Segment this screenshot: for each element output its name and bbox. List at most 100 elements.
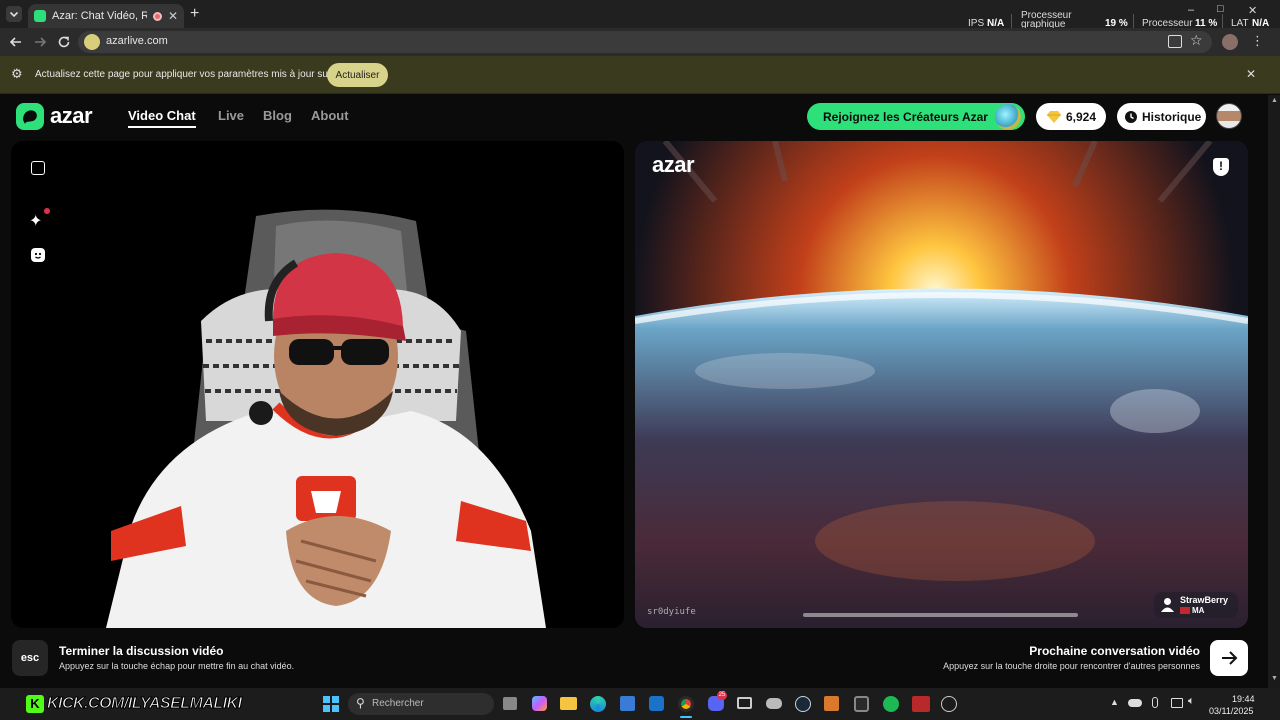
- nav-about[interactable]: About: [311, 108, 349, 123]
- join-creators-label: Rejoignez les Créateurs Azar: [823, 109, 988, 124]
- edge-icon[interactable]: [590, 696, 606, 712]
- browser-toolbar: azarlive.com ☆ ⋮: [0, 28, 1280, 56]
- nav-video-chat[interactable]: Video Chat: [128, 108, 196, 123]
- task-view-icon[interactable]: [503, 697, 517, 710]
- user-avatar[interactable]: [1216, 103, 1242, 129]
- partner-country: MA: [1192, 606, 1205, 615]
- copilot-icon[interactable]: [532, 696, 547, 711]
- remote-session-code: sr0dyiufe: [647, 607, 696, 617]
- reload-icon: [58, 36, 70, 48]
- page-scrollbar[interactable]: ▲ ▼: [1268, 95, 1280, 688]
- mask-face-icon[interactable]: [31, 248, 45, 262]
- app-a-icon[interactable]: [824, 696, 839, 711]
- gems-balance[interactable]: 6,924: [1036, 103, 1106, 130]
- volume-icon[interactable]: 🔈︎: [1188, 695, 1195, 708]
- partner-username: StrawBerry: [1180, 595, 1229, 605]
- perf-divider: [1133, 14, 1134, 28]
- nav-live[interactable]: Live: [218, 108, 244, 123]
- gem-icon: [1047, 110, 1061, 123]
- media-player-icon[interactable]: [941, 696, 957, 712]
- local-video-panel: ✦: [11, 141, 624, 628]
- tab-title: Azar: Chat Vidéo, Rencontr: [52, 10, 147, 22]
- site-info-icon[interactable]: [84, 34, 100, 50]
- back-button[interactable]: [8, 34, 24, 50]
- taskbar-search[interactable]: ⚲ Rechercher: [348, 693, 494, 715]
- update-infobar: ⚙ Actualisez cette page pour appliquer v…: [0, 56, 1280, 94]
- next-chat-subtitle: Appuyez sur la touche droite pour rencon…: [943, 661, 1200, 671]
- tab-search-button[interactable]: [6, 6, 22, 22]
- partner-info-card[interactable]: StrawBerry MA: [1154, 592, 1238, 618]
- browser-menu-icon[interactable]: ⋮: [1251, 33, 1264, 49]
- settings-gear-icon: ⚙: [11, 66, 23, 81]
- close-window-button[interactable]: ✕: [1248, 4, 1257, 17]
- azar-logo-icon[interactable]: [16, 103, 44, 130]
- search-icon: ⚲: [356, 696, 365, 710]
- perf-divider: [1222, 14, 1223, 28]
- chrome-active-indicator: [680, 716, 692, 718]
- steam-icon[interactable]: [795, 696, 811, 712]
- scroll-up-arrow[interactable]: ▲: [1271, 97, 1278, 104]
- join-creators-button[interactable]: Rejoignez les Créateurs Azar: [807, 103, 1025, 130]
- flag-icon: [1180, 607, 1190, 614]
- browser-tab[interactable]: Azar: Chat Vidéo, Rencontr ✕: [28, 4, 184, 28]
- streamer-app-icon[interactable]: [912, 696, 930, 712]
- new-tab-button[interactable]: +: [190, 6, 199, 22]
- close-tab-icon[interactable]: ✕: [168, 9, 178, 23]
- clock-icon: [1125, 110, 1137, 123]
- history-button[interactable]: Historique: [1117, 103, 1206, 130]
- bookmark-star-icon[interactable]: ☆: [1190, 32, 1203, 49]
- arrow-left-icon: [9, 37, 21, 47]
- kick-logo-icon: K: [26, 695, 44, 713]
- gems-count: 6,924: [1066, 109, 1097, 124]
- network-icon[interactable]: [1171, 698, 1183, 708]
- chrome-icon[interactable]: [678, 696, 694, 712]
- next-chat-button[interactable]: [1210, 640, 1248, 676]
- azar-favicon: [34, 10, 46, 22]
- screenshot-tool-icon[interactable]: [737, 697, 752, 709]
- file-explorer-icon[interactable]: [560, 697, 577, 710]
- next-chat-title: Prochaine conversation vidéo: [1029, 644, 1200, 658]
- chevron-down-icon: [9, 11, 19, 18]
- windows-taskbar: K KICK.COM/ILYASELMALIKI ⚲ Rechercher 25…: [0, 688, 1280, 720]
- reload-button[interactable]: [56, 34, 72, 50]
- logo-wordmark[interactable]: azar: [50, 103, 93, 129]
- profile-avatar[interactable]: [1222, 34, 1238, 50]
- esc-key-badge[interactable]: esc: [12, 640, 48, 676]
- minimize-button[interactable]: –: [1188, 4, 1194, 16]
- outlook-icon[interactable]: [649, 696, 664, 711]
- close-infobar-icon[interactable]: ✕: [1246, 67, 1256, 81]
- onedrive-icon[interactable]: [1128, 699, 1142, 707]
- obs-icon[interactable]: [854, 696, 869, 712]
- nav-active-underline: [128, 126, 196, 128]
- url-text: azarlive.com: [106, 35, 168, 47]
- recording-icon: [152, 11, 162, 21]
- microphone-icon[interactable]: [1152, 697, 1158, 708]
- store-icon[interactable]: [620, 696, 635, 711]
- address-bar[interactable]: azarlive.com ☆: [78, 31, 1212, 53]
- report-shield-icon[interactable]: !: [1213, 158, 1229, 176]
- forward-button[interactable]: [32, 34, 48, 50]
- clock-time[interactable]: 19:44: [1232, 694, 1255, 704]
- kick-stream-banner: K KICK.COM/ILYASELMALIKI: [4, 693, 243, 715]
- end-chat-title: Terminer la discussion vidéo: [59, 644, 224, 658]
- remote-camera-feed: [635, 141, 1248, 628]
- creator-badge-icon: [995, 104, 1021, 130]
- start-button[interactable]: [323, 696, 339, 712]
- remote-video-panel: azar ! sr0dyiufe StrawBerry MA: [635, 141, 1248, 628]
- clock-date[interactable]: 03/11/2025: [1209, 706, 1253, 716]
- spotify-icon[interactable]: [883, 696, 899, 712]
- kick-stream-url: KICK.COM/ILYASELMALIKI: [47, 695, 243, 713]
- minimize-video-icon[interactable]: [31, 161, 45, 175]
- nav-blog[interactable]: Blog: [263, 108, 292, 123]
- effects-sparkle-icon[interactable]: ✦: [29, 211, 42, 231]
- install-app-icon[interactable]: [1168, 35, 1182, 48]
- infobar-message: Actualisez cette page pour appliquer vos…: [35, 69, 363, 80]
- tray-chevron-up-icon[interactable]: ▲: [1110, 697, 1119, 707]
- end-chat-subtitle: Appuyez sur la touche échap pour mettre …: [59, 661, 295, 671]
- refresh-page-button[interactable]: Actualiser: [327, 63, 388, 87]
- gamepad-icon[interactable]: [766, 698, 782, 709]
- arrow-right-icon: [35, 37, 47, 47]
- browser-tab-strip: Azar: Chat Vidéo, Rencontr ✕ + IPS N/A P…: [0, 0, 1280, 30]
- scroll-down-arrow[interactable]: ▼: [1271, 675, 1278, 682]
- maximize-button[interactable]: □: [1217, 3, 1224, 15]
